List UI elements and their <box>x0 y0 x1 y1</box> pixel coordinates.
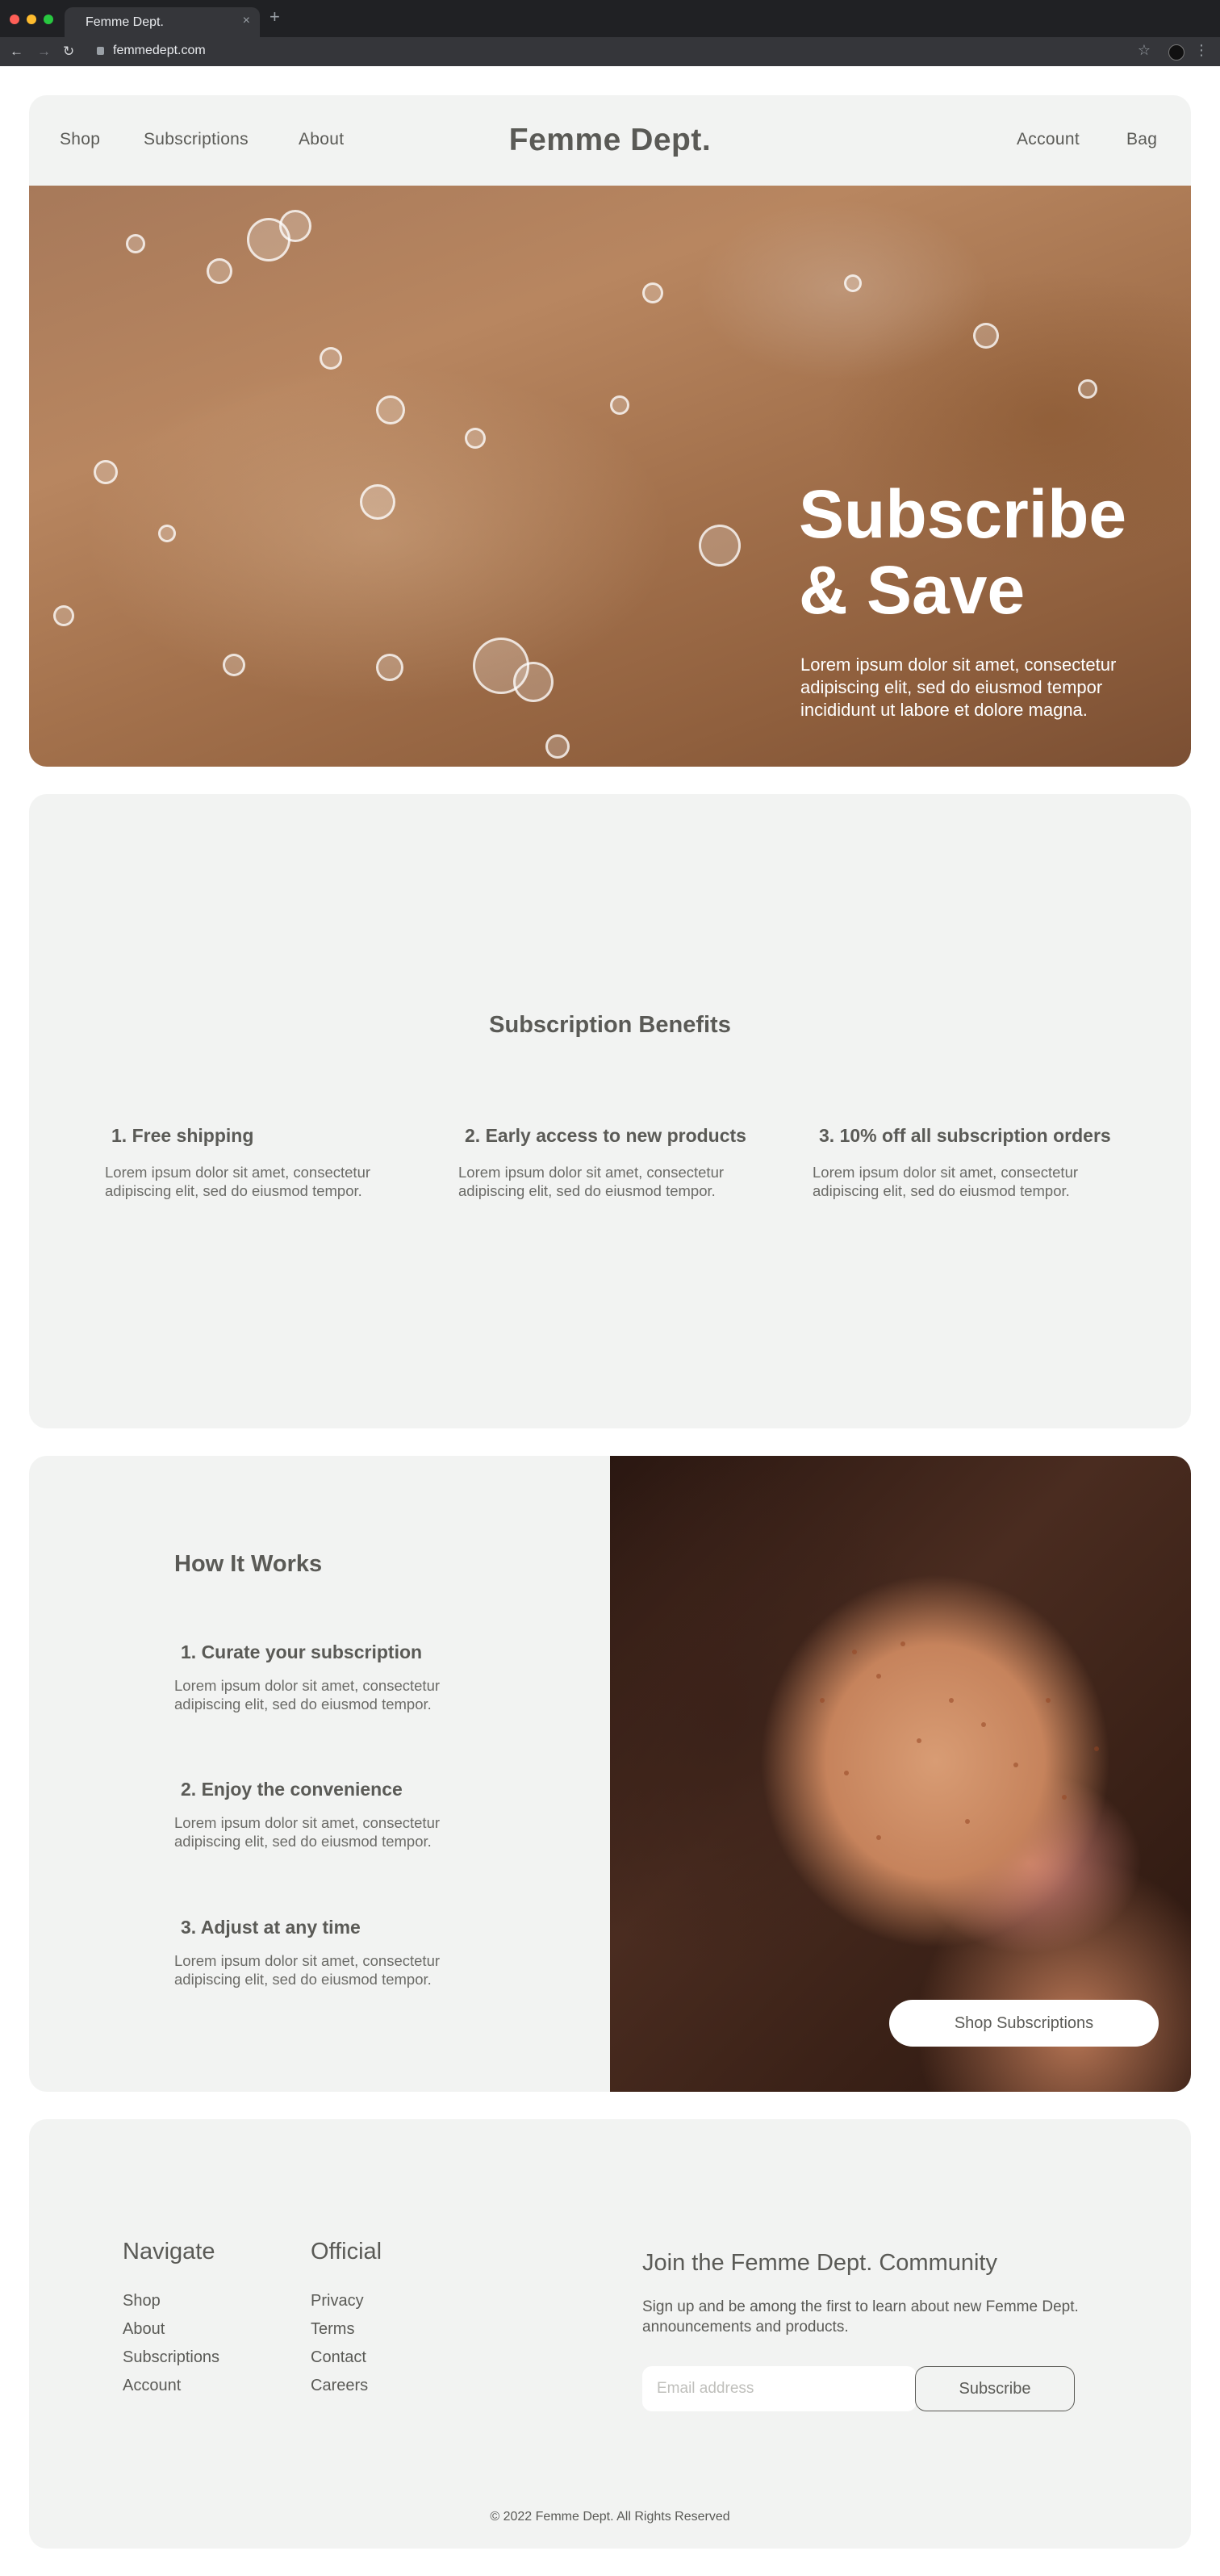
benefit-item: 2. Early access to new products Lorem ip… <box>458 1125 765 1200</box>
benefit-item: 3. 10% off all subscription orders Lorem… <box>813 1125 1119 1200</box>
profile-avatar[interactable] <box>1168 44 1184 61</box>
step-title: 3. Adjust at any time <box>181 1917 361 1938</box>
url-field[interactable]: femmedept.com <box>113 44 206 58</box>
how-title: How It Works <box>174 1551 323 1577</box>
portrait-image: Shop Subscriptions <box>610 1456 1191 2092</box>
benefits-card: Subscription Benefits 1. Free shipping L… <box>29 794 1191 1428</box>
maximize-window-dot[interactable] <box>44 15 53 24</box>
footer-link-privacy[interactable]: Privacy <box>311 2292 364 2310</box>
step-title: 1. Curate your subscription <box>181 1641 423 1662</box>
step-body: Lorem ipsum dolor sit amet, consectetur … <box>174 1952 441 1988</box>
benefit-title: 3. 10% off all subscription orders <box>819 1125 1111 1146</box>
footer-official-title: Official <box>311 2239 382 2264</box>
browser-tab-bar: Femme Dept. × + <box>0 0 1220 37</box>
top-navigation: Shop Subscriptions About Femme Dept. Acc… <box>29 95 1191 186</box>
step-item: 2. Enjoy the convenience Lorem ipsum dol… <box>174 1779 497 1850</box>
benefit-body: Lorem ipsum dolor sit amet, consectetur … <box>458 1164 725 1199</box>
step-item: 1. Curate your subscription Lorem ipsum … <box>174 1641 497 1713</box>
benefits-title: Subscription Benefits <box>489 1012 731 1038</box>
tab-close-icon[interactable]: × <box>243 14 250 28</box>
window-controls <box>10 15 53 24</box>
address-bar: ← → ↻ femmedept.com ☆ ⋮ <box>0 37 1220 66</box>
footer-link-subscriptions[interactable]: Subscriptions <box>123 2348 219 2367</box>
footer-link-careers[interactable]: Careers <box>311 2377 368 2395</box>
step-body: Lorem ipsum dolor sit amet, consectetur … <box>174 1677 441 1712</box>
newsletter-text: Sign up and be among the first to learn … <box>642 2298 1079 2336</box>
browser-tab[interactable]: Femme Dept. × <box>65 7 260 37</box>
benefit-title: 1. Free shipping <box>111 1125 254 1146</box>
benefit-item: 1. Free shipping Lorem ipsum dolor sit a… <box>105 1125 412 1200</box>
footer-link-shop[interactable]: Shop <box>123 2292 161 2310</box>
new-tab-icon[interactable]: + <box>269 8 280 26</box>
hero-image: Subscribe & Save Lorem ipsum dolor sit a… <box>29 186 1191 767</box>
back-icon[interactable]: ← <box>10 43 23 61</box>
footer-card: Navigate Shop About Subscriptions Accoun… <box>29 2119 1191 2549</box>
email-input[interactable] <box>642 2366 917 2411</box>
header-hero-card: Shop Subscriptions About Femme Dept. Acc… <box>29 95 1191 767</box>
bookmark-star-icon[interactable]: ☆ <box>1138 42 1151 59</box>
lock-icon <box>97 47 104 55</box>
shop-subscriptions-button[interactable]: Shop Subscriptions <box>889 2000 1159 2047</box>
footer-link-about[interactable]: About <box>123 2320 165 2339</box>
subscribe-button[interactable]: Subscribe <box>915 2366 1075 2411</box>
benefit-body: Lorem ipsum dolor sit amet, consectetur … <box>105 1164 371 1199</box>
hero-title-line-1: Subscribe <box>799 476 1127 552</box>
benefit-title: 2. Early access to new products <box>465 1125 746 1146</box>
browser-menu-icon[interactable]: ⋮ <box>1194 42 1209 59</box>
footer-navigate-title: Navigate <box>123 2239 215 2264</box>
footer-link-account[interactable]: Account <box>123 2377 181 2395</box>
benefit-body: Lorem ipsum dolor sit amet, consectetur … <box>813 1164 1079 1199</box>
how-it-works-card: How It Works 1. Curate your subscription… <box>29 1456 1191 2092</box>
forward-icon[interactable]: → <box>37 43 51 61</box>
step-title: 2. Enjoy the convenience <box>181 1779 403 1800</box>
step-item: 3. Adjust at any time Lorem ipsum dolor … <box>174 1917 497 1988</box>
tab-title: Femme Dept. <box>86 15 164 29</box>
minimize-window-dot[interactable] <box>27 15 36 24</box>
step-body: Lorem ipsum dolor sit amet, consectetur … <box>174 1814 441 1850</box>
nav-bag-link[interactable]: Bag <box>1126 130 1157 149</box>
footer-link-contact[interactable]: Contact <box>311 2348 366 2367</box>
hero-title-line-2: & Save <box>799 552 1026 628</box>
hero-title: Subscribe & Save <box>799 476 1126 628</box>
footer-link-terms[interactable]: Terms <box>311 2320 354 2339</box>
newsletter-title: Join the Femme Dept. Community <box>642 2250 997 2276</box>
reload-icon[interactable]: ↻ <box>63 43 74 61</box>
nav-account-link[interactable]: Account <box>1017 130 1080 149</box>
copyright-text: © 2022 Femme Dept. All Rights Reserved <box>490 2510 730 2524</box>
close-window-dot[interactable] <box>10 15 19 24</box>
hero-subtitle: Lorem ipsum dolor sit amet, consectetur … <box>800 654 1117 720</box>
